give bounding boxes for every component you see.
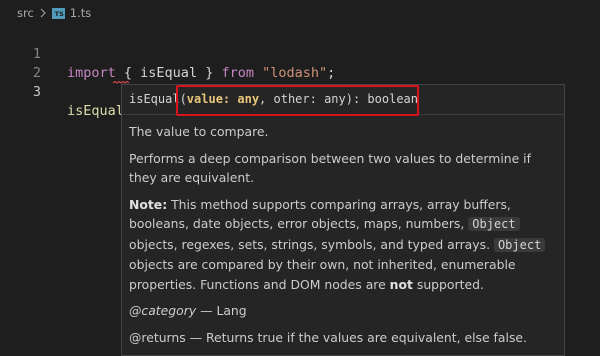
category-tag: @category — Lang bbox=[129, 301, 549, 321]
signature-row: isEqual(value: any, other: any): boolean bbox=[122, 85, 564, 116]
editor-line-3[interactable]: 3 isEqual() bbox=[0, 64, 600, 121]
breadcrumb-folder[interactable]: src bbox=[17, 6, 34, 20]
breadcrumb-file[interactable]: 1.ts bbox=[70, 6, 91, 20]
note-text-1: This method supports comparing arrays, a… bbox=[129, 196, 511, 232]
code-object-1: Object bbox=[468, 217, 520, 231]
breadcrumb: src TS 1.ts bbox=[0, 0, 600, 26]
editor-line-1[interactable]: 1 import { isEqual } from "lodash"; bbox=[0, 26, 600, 81]
note-text-2: objects, regexes, sets, strings, symbols… bbox=[129, 236, 494, 252]
documentation: The value to compare. Performs a deep co… bbox=[129, 122, 549, 354]
chevron-right-icon bbox=[40, 8, 46, 18]
code-object-2: Object bbox=[493, 237, 546, 252]
annotation-highlight-box bbox=[176, 85, 419, 116]
returns-tag-partial: @returns — Returns true if the values ar… bbox=[129, 329, 527, 345]
parameter-doc: The value to compare. bbox=[129, 124, 269, 139]
line-number-active: 3 bbox=[32, 84, 41, 100]
category-value: Lang bbox=[216, 303, 247, 318]
category-label: @category bbox=[129, 303, 197, 318]
editor-line-2[interactable]: 2 bbox=[0, 45, 600, 81]
function-description: Performs a deep comparison between two v… bbox=[129, 150, 531, 186]
note-bold-not: not bbox=[389, 276, 413, 292]
signature-help-popup[interactable]: isEqual(value: any, other: any): boolean… bbox=[121, 84, 565, 356]
note-paragraph: Note: This method supports comparing arr… bbox=[129, 195, 549, 295]
function-call: isEqual bbox=[67, 103, 124, 119]
note-label: Note: bbox=[129, 196, 168, 212]
note-text-4: supported. bbox=[412, 276, 484, 292]
category-separator: — bbox=[196, 303, 217, 318]
typescript-file-icon: TS bbox=[51, 7, 65, 19]
